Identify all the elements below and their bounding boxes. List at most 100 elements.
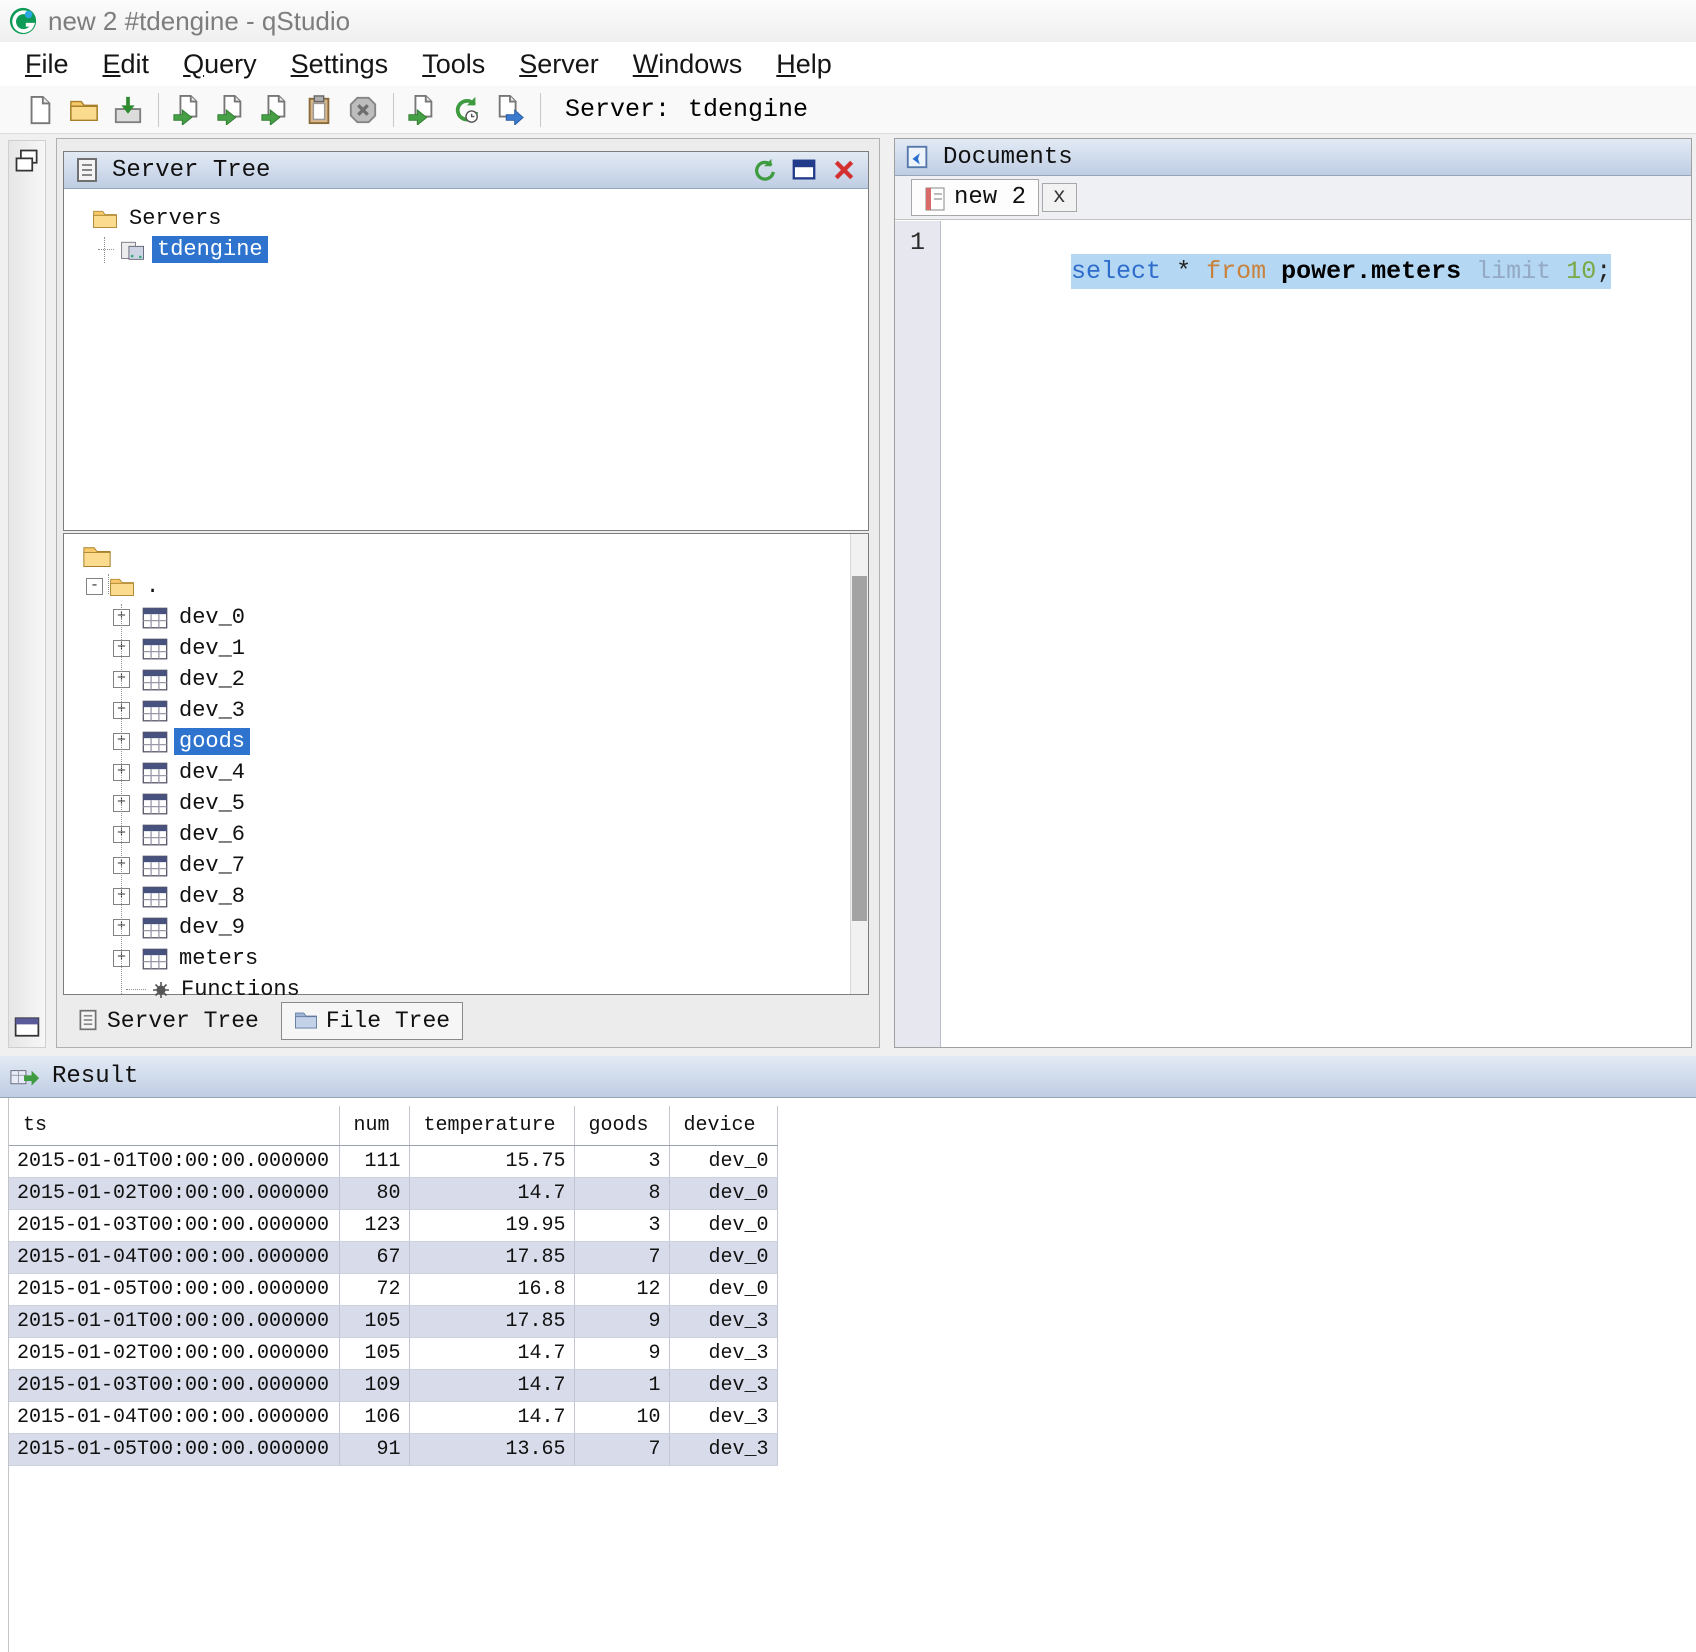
cell-num[interactable]: 105 [339,1338,409,1370]
column-header-device[interactable]: device [669,1106,777,1146]
tab-server-tree-label[interactable]: Server Tree [107,1008,259,1034]
new-file-icon[interactable] [22,92,58,128]
cell-ts[interactable]: 2015-01-02T00:00:00.000000 [9,1178,339,1210]
scrollbar-thumb[interactable] [852,576,867,921]
cell-num[interactable]: 109 [339,1370,409,1402]
table-row[interactable]: 2015-01-02T00:00:00.0000008014.78dev_0 [9,1178,777,1210]
table-row[interactable]: 2015-01-04T00:00:00.00000010614.710dev_3 [9,1402,777,1434]
tree-node-dev_1[interactable]: +dev_1 [64,633,868,664]
tab-server-tree[interactable]: Server Tree [65,1003,271,1039]
tree-node-dev_2[interactable]: +dev_2 [64,664,868,695]
menu-settings[interactable]: Settings [274,49,406,80]
cell-temperature[interactable]: 14.7 [409,1370,574,1402]
tree-node-dev_5[interactable]: +dev_5 [64,788,868,819]
table-node-label[interactable]: dev_4 [174,759,250,786]
table-row[interactable]: 2015-01-03T00:00:00.00000010914.71dev_3 [9,1370,777,1402]
tree-node-dev_3[interactable]: +dev_3 [64,695,868,726]
cell-temperature[interactable]: 17.85 [409,1242,574,1274]
restore-panels-icon[interactable] [13,147,41,175]
open-file-icon[interactable] [66,92,102,128]
tree-node-dev_7[interactable]: +dev_7 [64,850,868,881]
table-row[interactable]: 2015-01-03T00:00:00.00000012319.953dev_0 [9,1210,777,1242]
cell-temperature[interactable]: 14.7 [409,1338,574,1370]
cell-temperature[interactable]: 13.65 [409,1434,574,1466]
cell-goods[interactable]: 3 [574,1146,669,1178]
tab-file-tree-label[interactable]: File Tree [326,1008,450,1034]
cell-num[interactable]: 105 [339,1306,409,1338]
tree-node-meters[interactable]: +meters [64,943,868,974]
run-line-icon[interactable] [169,92,205,128]
cell-temperature[interactable]: 19.95 [409,1210,574,1242]
cell-temperature[interactable]: 15.75 [409,1146,574,1178]
tree-node-tdengine[interactable]: tdengine [64,234,868,265]
column-header-ts[interactable]: ts [9,1106,339,1146]
cell-num[interactable]: 72 [339,1274,409,1306]
server-node-label[interactable]: tdengine [152,236,268,263]
table-node-label[interactable]: dev_2 [174,666,250,693]
save-icon[interactable] [110,92,146,128]
table-row[interactable]: 2015-01-05T00:00:00.0000009113.657dev_3 [9,1434,777,1466]
tree-node-dot[interactable]: - . [64,571,868,602]
cell-device[interactable]: dev_3 [669,1370,777,1402]
tree-node-root[interactable] [64,540,868,571]
tree-node-dev_4[interactable]: +dev_4 [64,757,868,788]
cell-goods[interactable]: 1 [574,1370,669,1402]
collapse-icon[interactable]: - [86,578,103,595]
minimized-window-icon[interactable] [13,1013,41,1041]
close-icon[interactable] [830,156,858,184]
table-row[interactable]: 2015-01-04T00:00:00.0000006717.857dev_0 [9,1242,777,1274]
table-node-label[interactable]: dev_5 [174,790,250,817]
table-node-label[interactable]: dev_8 [174,883,250,910]
cell-goods[interactable]: 12 [574,1274,669,1306]
column-header-num[interactable]: num [339,1106,409,1146]
table-node-label[interactable]: dev_0 [174,604,250,631]
table-node-label[interactable]: dev_3 [174,697,250,724]
menu-tools[interactable]: Tools [405,49,502,80]
cell-goods[interactable]: 10 [574,1402,669,1434]
table-node-label[interactable]: dev_6 [174,821,250,848]
table-node-label[interactable]: goods [174,728,250,755]
menu-edit[interactable]: Edit [86,49,167,80]
tab-file-tree[interactable]: File Tree [281,1002,463,1040]
dot-root-label[interactable]: . [141,573,164,600]
cell-device[interactable]: dev_0 [669,1242,777,1274]
column-header-temperature[interactable]: temperature [409,1106,574,1146]
stop-icon[interactable] [345,92,381,128]
file-tree-scrollbar[interactable] [850,534,868,994]
cell-ts[interactable]: 2015-01-04T00:00:00.000000 [9,1242,339,1274]
cell-goods[interactable]: 3 [574,1210,669,1242]
cell-temperature[interactable]: 17.85 [409,1306,574,1338]
cell-device[interactable]: dev_0 [669,1178,777,1210]
servers-root-label[interactable]: Servers [124,205,226,232]
cell-ts[interactable]: 2015-01-01T00:00:00.000000 [9,1306,339,1338]
refresh-query-icon[interactable] [448,92,484,128]
server-selector[interactable]: tdengine [688,95,808,124]
cell-ts[interactable]: 2015-01-04T00:00:00.000000 [9,1402,339,1434]
sql-statement[interactable]: select * from power.meters limit 10; [1071,254,1611,289]
cell-device[interactable]: dev_3 [669,1338,777,1370]
menu-help[interactable]: Help [759,49,849,80]
cell-ts[interactable]: 2015-01-01T00:00:00.000000 [9,1146,339,1178]
menu-file[interactable]: File [8,49,86,80]
cell-device[interactable]: dev_0 [669,1210,777,1242]
column-header-goods[interactable]: goods [574,1106,669,1146]
table-node-label[interactable]: dev_9 [174,914,250,941]
cell-device[interactable]: dev_3 [669,1306,777,1338]
cell-goods[interactable]: 7 [574,1434,669,1466]
run-selection-icon[interactable] [213,92,249,128]
cell-temperature[interactable]: 14.7 [409,1402,574,1434]
document-tab-label[interactable]: new 2 [954,184,1026,211]
tab-new-2[interactable]: new 2 [911,179,1039,216]
menu-windows[interactable]: Windows [616,49,760,80]
cell-ts[interactable]: 2015-01-05T00:00:00.000000 [9,1274,339,1306]
refresh-icon[interactable] [750,156,778,184]
tree-node-servers[interactable]: Servers [64,203,868,234]
table-node-label[interactable]: meters [174,945,263,972]
export-result-icon[interactable] [492,92,528,128]
cell-num[interactable]: 80 [339,1178,409,1210]
cell-num[interactable]: 111 [339,1146,409,1178]
tree-node-dev_8[interactable]: +dev_8 [64,881,868,912]
run-query-icon[interactable] [404,92,440,128]
table-row[interactable]: 2015-01-01T00:00:00.00000011115.753dev_0 [9,1146,777,1178]
document-tab-close[interactable]: x [1042,183,1077,212]
